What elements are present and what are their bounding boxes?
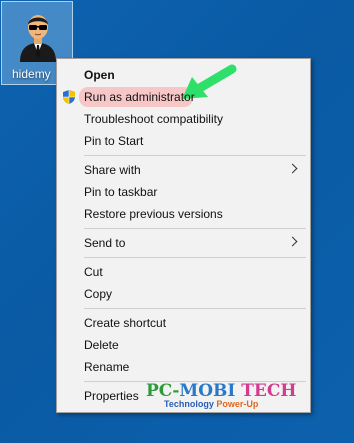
- menu-item-label: Create shortcut: [84, 316, 167, 330]
- menu-item-troubleshoot-compatibility[interactable]: Troubleshoot compatibility: [57, 108, 310, 130]
- menu-item-label: Send to: [84, 236, 126, 250]
- watermark-brand-part1: PC: [146, 381, 173, 401]
- uac-shield-icon: [63, 90, 75, 104]
- watermark-tagline: Technology Power-Up: [164, 399, 258, 409]
- menu-item-label: Open: [84, 68, 115, 82]
- watermark-tagline-part1: Technology: [164, 399, 214, 409]
- menu-item-rename[interactable]: Rename: [57, 356, 310, 378]
- menu-item-pin-to-taskbar[interactable]: Pin to taskbar: [57, 181, 310, 203]
- watermark-brand-part3: TECH: [241, 381, 297, 401]
- menu-item-label: Run as administrator: [84, 90, 195, 104]
- menu-item-create-shortcut[interactable]: Create shortcut: [57, 312, 310, 334]
- menu-item-share-with[interactable]: Share with: [57, 159, 310, 181]
- menu-separator: [84, 308, 306, 309]
- watermark-logo: PC-MOBI TECH Technology Power-Up: [146, 381, 306, 411]
- menu-item-pin-to-start[interactable]: Pin to Start: [57, 130, 310, 152]
- chevron-right-icon: [287, 163, 298, 174]
- context-menu: Open Run as administrator Troubleshoot c…: [56, 58, 311, 413]
- menu-item-label: Copy: [84, 287, 113, 301]
- menu-item-restore-previous-versions[interactable]: Restore previous versions: [57, 203, 310, 225]
- watermark-tagline-part2: Power-Up: [216, 399, 259, 409]
- menu-item-send-to[interactable]: Send to: [57, 232, 310, 254]
- menu-item-delete[interactable]: Delete: [57, 334, 310, 356]
- menu-item-label: Rename: [84, 360, 130, 374]
- desktop-icon-label: hidemy: [12, 67, 51, 81]
- menu-separator: [84, 257, 306, 258]
- menu-item-label: Troubleshoot compatibility: [84, 112, 223, 126]
- menu-item-copy[interactable]: Copy: [57, 283, 310, 305]
- secret-agent-user-icon: [20, 15, 56, 62]
- menu-item-label: Share with: [84, 163, 141, 177]
- menu-item-label: Pin to taskbar: [84, 185, 158, 199]
- menu-item-label: Properties: [84, 389, 139, 403]
- menu-item-label: Cut: [84, 265, 103, 279]
- watermark-brand: PC-MOBI TECH: [146, 381, 297, 401]
- watermark-brand-part2: MOBI: [179, 381, 236, 401]
- menu-item-label: Pin to Start: [84, 134, 144, 148]
- chevron-right-icon: [287, 236, 298, 247]
- menu-item-cut[interactable]: Cut: [57, 261, 310, 283]
- menu-item-label: Restore previous versions: [84, 207, 223, 221]
- menu-item-label: Delete: [84, 338, 119, 352]
- menu-separator: [84, 155, 306, 156]
- menu-separator: [84, 228, 306, 229]
